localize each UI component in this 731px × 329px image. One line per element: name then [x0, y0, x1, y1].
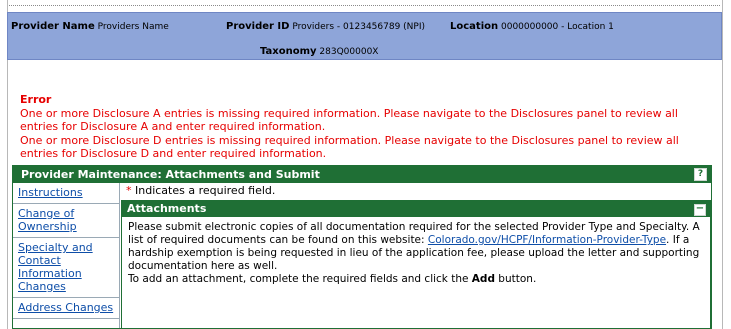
- error-messages: Error One or more Disclosure A entries i…: [20, 93, 716, 161]
- collapse-icon[interactable]: −: [694, 204, 706, 216]
- nav-item-specialty-contact-changes[interactable]: Specialty and Contact Information Change…: [13, 238, 119, 298]
- nav-item-instructions[interactable]: Instructions: [13, 183, 119, 204]
- error-title: Error: [20, 93, 52, 106]
- panel-title: Provider Maintenance: Attachments and Su…: [21, 168, 320, 181]
- provider-maintenance-panel: Provider Maintenance: Attachments and Su…: [12, 165, 712, 329]
- attachments-header: Attachments −: [122, 201, 710, 217]
- required-star: *: [126, 184, 132, 197]
- provider-id-value: Providers - 0123456789 (NPI): [292, 22, 425, 32]
- attachments-body: Please submit electronic copies of all d…: [128, 221, 704, 286]
- provider-info-bar: Provider Name Providers Name Provider ID…: [7, 12, 722, 60]
- attachments-section: Attachments − Please submit electronic c…: [121, 200, 711, 328]
- provider-taxonomy: Taxonomy 283Q00000X: [260, 46, 378, 57]
- error-message-disclosure-d: One or more Disclosure D entries is miss…: [20, 133, 679, 161]
- attachments-description: Please submit electronic copies of all d…: [128, 221, 704, 273]
- top-divider: [9, 5, 720, 6]
- provider-location-value: 0000000000 - Location 1: [501, 22, 614, 32]
- provider-taxonomy-value: 283Q00000X: [319, 47, 379, 57]
- provider-id: Provider ID Providers - 0123456789 (NPI): [226, 21, 425, 32]
- provider-location-label: Location: [450, 21, 499, 32]
- provider-location: Location 0000000000 - Location 1: [450, 21, 614, 32]
- attachments-title: Attachments: [127, 202, 207, 215]
- provider-name-value: Providers Name: [97, 22, 169, 32]
- instruction-text-end: button.: [494, 273, 537, 285]
- provider-name: Provider Name Providers Name: [11, 21, 169, 32]
- page-frame-right: [722, 0, 723, 329]
- attachments-instruction: To add an attachment, complete the requi…: [128, 273, 704, 286]
- nav-item-change-of-ownership[interactable]: Change of Ownership: [13, 204, 119, 238]
- instruction-text: To add an attachment, complete the requi…: [128, 273, 472, 285]
- provider-type-link[interactable]: Colorado.gov/HCPF/Information-Provider-T…: [428, 234, 666, 246]
- error-message-disclosure-a: One or more Disclosure A entries is miss…: [20, 106, 678, 134]
- required-note-text: Indicates a required field.: [135, 184, 276, 197]
- provider-taxonomy-label: Taxonomy: [260, 46, 317, 57]
- required-field-note: * Indicates a required field.: [121, 183, 275, 197]
- provider-name-label: Provider Name: [11, 21, 95, 32]
- nav-item-address-changes[interactable]: Address Changes: [13, 298, 119, 319]
- instruction-add-bold: Add: [471, 273, 495, 285]
- help-icon[interactable]: ?: [694, 168, 707, 181]
- provider-id-label: Provider ID: [226, 21, 290, 32]
- panel-header: Provider Maintenance: Attachments and Su…: [13, 166, 711, 183]
- side-navigation: Instructions Change of Ownership Special…: [13, 183, 120, 328]
